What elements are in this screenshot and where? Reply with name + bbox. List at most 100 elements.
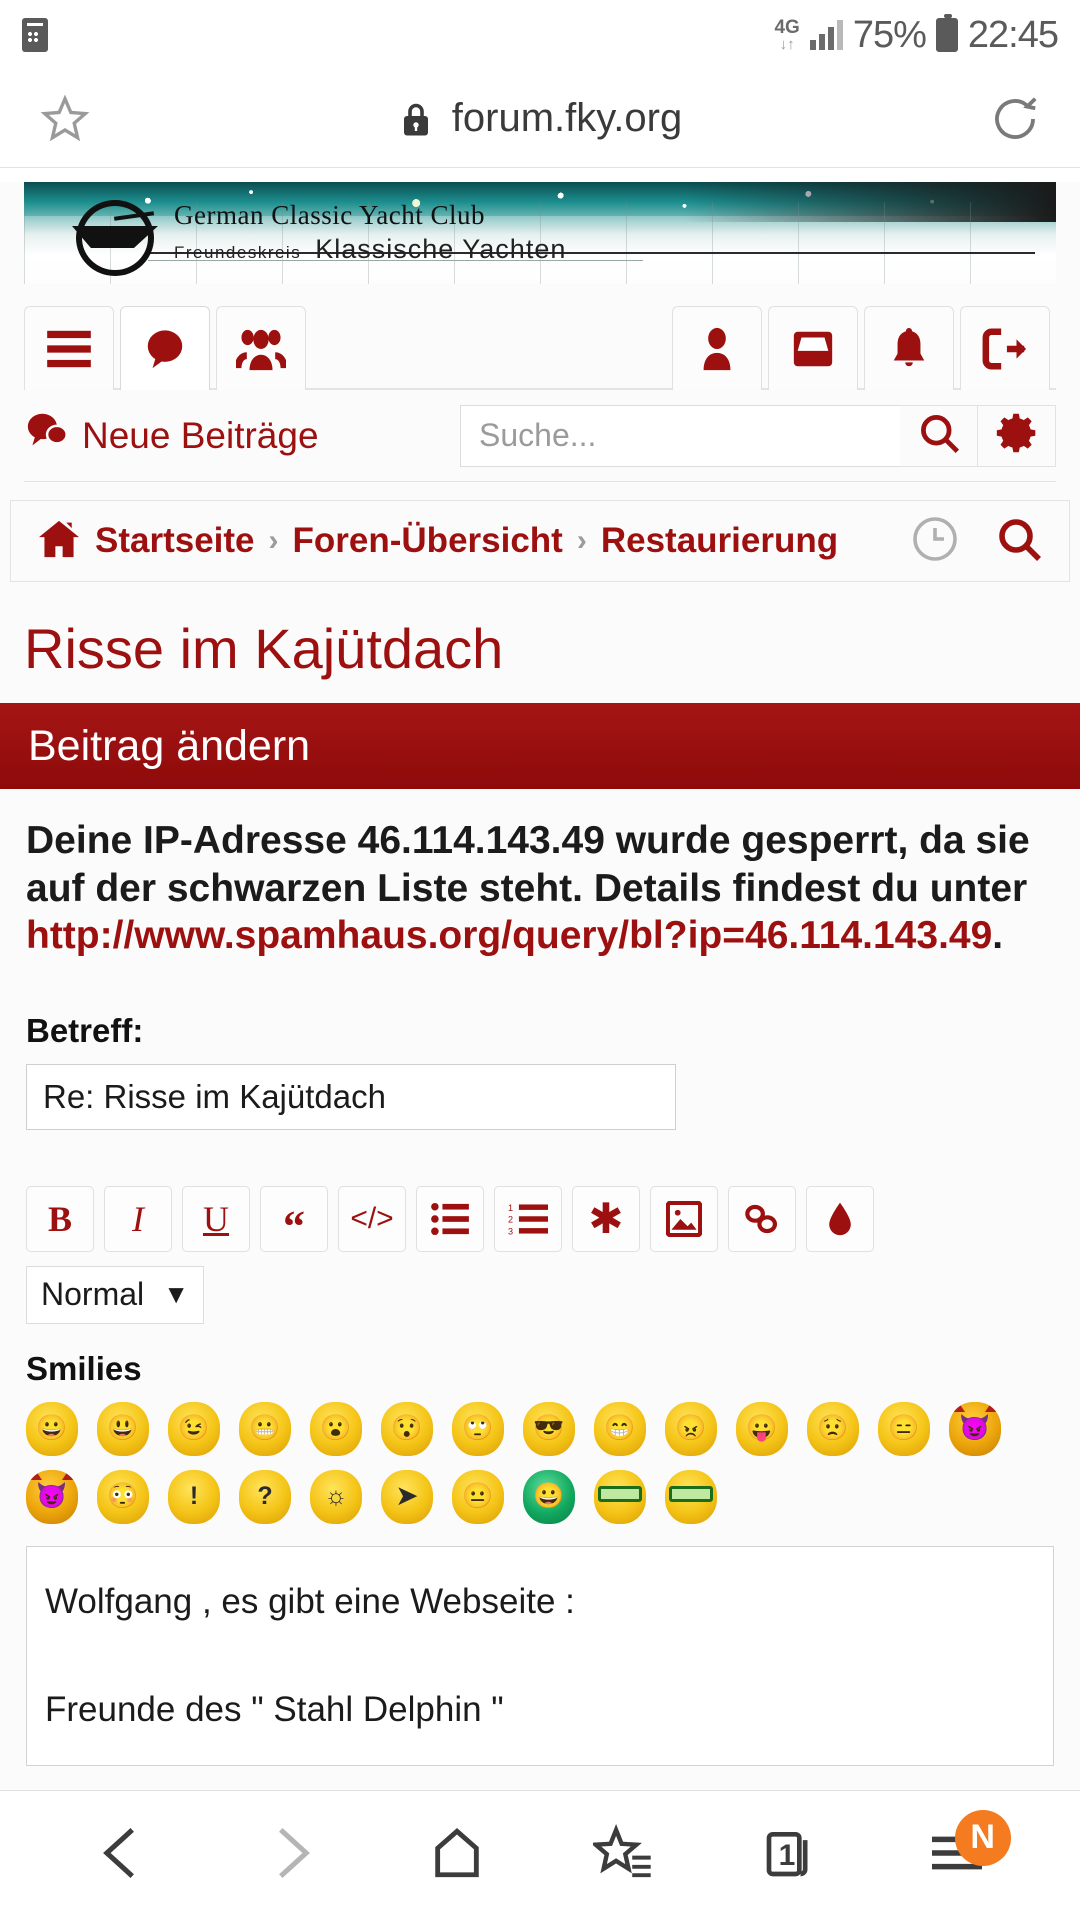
- code-button[interactable]: </>: [338, 1185, 406, 1252]
- chevron-left-icon: [95, 1823, 151, 1888]
- image-button[interactable]: [650, 1185, 718, 1252]
- message-textarea[interactable]: Wolfgang , es gibt eine Webseite : Freun…: [26, 1545, 1054, 1766]
- network-indicator: 4G ↓↑: [774, 18, 799, 52]
- breadcrumb-item-foren-uebersicht[interactable]: Foren-Übersicht: [293, 521, 563, 561]
- clock-icon[interactable]: [911, 515, 959, 568]
- members-icon: [236, 326, 286, 372]
- gear-icon: [995, 411, 1039, 460]
- chevron-down-icon: ▼: [163, 1279, 189, 1310]
- underline-button[interactable]: U: [182, 1185, 250, 1252]
- user-profile-icon: [697, 326, 737, 372]
- smiley-shocked[interactable]: 😮: [310, 1401, 362, 1456]
- profile-button[interactable]: [672, 306, 762, 390]
- smiley-idea[interactable]: ☼: [310, 1469, 362, 1524]
- tabs-button[interactable]: 1: [730, 1806, 850, 1906]
- members-button[interactable]: [216, 306, 306, 390]
- smiley-devil[interactable]: 😈: [26, 1469, 78, 1524]
- link-button[interactable]: [728, 1185, 796, 1252]
- breadcrumb-separator: ›: [576, 524, 587, 557]
- smiley-geek-glasses[interactable]: [594, 1469, 646, 1524]
- smiley-cool[interactable]: 😎: [523, 1401, 575, 1456]
- back-button[interactable]: [63, 1806, 183, 1906]
- search-input[interactable]: Suche...: [460, 404, 900, 467]
- smiley-nerd[interactable]: [665, 1469, 717, 1524]
- smiley-surprised[interactable]: 😯: [381, 1401, 433, 1456]
- signal-strength-icon: [809, 20, 843, 50]
- inbox-icon: [790, 327, 836, 371]
- smiley-grin[interactable]: 😀: [26, 1401, 78, 1456]
- breadcrumb-search-icon[interactable]: [995, 515, 1043, 568]
- home-icon[interactable]: [37, 519, 81, 564]
- sim-card-icon: [22, 18, 48, 52]
- network-type-label: 4G: [774, 17, 800, 38]
- browser-menu-button[interactable]: N: [897, 1806, 1017, 1906]
- smiley-green-grin[interactable]: 😀: [523, 1469, 575, 1524]
- bookmarks-button[interactable]: [563, 1806, 683, 1906]
- smiley-tongue[interactable]: 😛: [736, 1401, 788, 1456]
- smiley-exclamation[interactable]: !: [168, 1469, 220, 1524]
- smiley-wink[interactable]: 😉: [168, 1401, 220, 1456]
- search-settings-button[interactable]: [978, 404, 1056, 467]
- ip-blocked-warning: Deine IP-Adresse 46.114.143.49 wurde ges…: [26, 789, 1054, 970]
- smiley-blank[interactable]: 😐: [452, 1469, 504, 1524]
- smiley-sad[interactable]: 😟: [807, 1401, 859, 1456]
- logout-button[interactable]: [960, 306, 1050, 390]
- new-posts-link[interactable]: Neue Beiträge: [24, 411, 319, 460]
- notifications-bell-icon: [888, 326, 930, 372]
- breadcrumb-item-startseite[interactable]: Startseite: [95, 521, 255, 561]
- icon-toolbar-spacer: [312, 306, 672, 388]
- chat-button[interactable]: [120, 306, 210, 390]
- smiley-teeth[interactable]: 😬: [239, 1401, 291, 1456]
- search-icon: [917, 411, 961, 460]
- breadcrumb-items: Startseite › Foren-Übersicht › Restaurie…: [37, 519, 838, 564]
- font-color-button[interactable]: [806, 1185, 874, 1252]
- menu-icon: [46, 329, 92, 369]
- panel-content: Deine IP-Adresse 46.114.143.49 wurde ges…: [0, 789, 1080, 1766]
- inbox-button[interactable]: [768, 306, 858, 390]
- home-button[interactable]: [397, 1806, 517, 1906]
- smiley-angry[interactable]: 😠: [665, 1401, 717, 1456]
- svg-text:2: 2: [508, 1214, 513, 1224]
- breadcrumb-actions: [911, 515, 1043, 568]
- page-title: Risse im Kajütdach: [24, 617, 504, 680]
- smiley-happy[interactable]: 😃: [97, 1401, 149, 1456]
- reload-icon[interactable]: [988, 92, 1042, 146]
- address-display[interactable]: forum.fky.org: [92, 96, 988, 141]
- italic-button[interactable]: I: [104, 1185, 172, 1252]
- star-list-icon: [590, 1824, 653, 1887]
- subject-label: Betreff:: [26, 1011, 144, 1049]
- smiley-eyes[interactable]: 😳: [97, 1469, 149, 1524]
- notifications-button[interactable]: [864, 306, 954, 390]
- flash-button[interactable]: ✱: [572, 1185, 640, 1252]
- breadcrumb-item-restaurierung[interactable]: Restaurierung: [601, 521, 838, 561]
- status-bar-left: [22, 18, 48, 52]
- bold-button[interactable]: B: [26, 1185, 94, 1252]
- smiley-laugh[interactable]: 😁: [594, 1401, 646, 1456]
- bookmark-star-icon[interactable]: [38, 92, 92, 146]
- smiley-evil-cat[interactable]: 😈: [949, 1401, 1001, 1456]
- menu-button[interactable]: [24, 306, 114, 390]
- subject-input[interactable]: Re: Risse im Kajütdach: [26, 1063, 676, 1130]
- smiley-question[interactable]: ?: [239, 1469, 291, 1524]
- ordered-list-button[interactable]: 12 3: [494, 1185, 562, 1252]
- smiley-neutral[interactable]: 😑: [878, 1401, 930, 1456]
- banner-title-top: German Classic Yacht Club: [174, 200, 485, 230]
- smiley-rolleyes[interactable]: 🙄: [452, 1401, 504, 1456]
- font-size-select[interactable]: Normal ▼: [26, 1265, 204, 1324]
- unordered-list-button[interactable]: [416, 1185, 484, 1252]
- site-banner[interactable]: German Classic Yacht Club Freundeskreis K…: [24, 182, 1056, 284]
- breadcrumb-separator: ›: [268, 524, 279, 557]
- comments-icon: [24, 411, 69, 460]
- warning-line-2: auf der schwarzen Liste steht. Details f…: [26, 866, 1028, 910]
- logout-icon: [982, 327, 1028, 371]
- battery-percent-label: 75%: [852, 13, 927, 56]
- forward-button[interactable]: [230, 1806, 350, 1906]
- spamhaus-link[interactable]: http://www.spamhaus.org/query/bl?ip=46.1…: [26, 914, 992, 957]
- smilies-row-1: 😀 😃 😉 😬 😮 😯 🙄 😎 😁 😠 😛 😟 😑 😈: [26, 1401, 1054, 1456]
- quote-button[interactable]: “: [260, 1185, 328, 1252]
- smiley-arrow[interactable]: ➤: [381, 1469, 433, 1524]
- status-bar: 4G ↓↑ 75% 22:45: [0, 0, 1080, 70]
- search-submit-button[interactable]: [900, 404, 978, 467]
- new-posts-label: Neue Beiträge: [82, 414, 319, 456]
- warning-line-1: Deine IP-Adresse 46.114.143.49 wurde ges…: [26, 819, 1030, 862]
